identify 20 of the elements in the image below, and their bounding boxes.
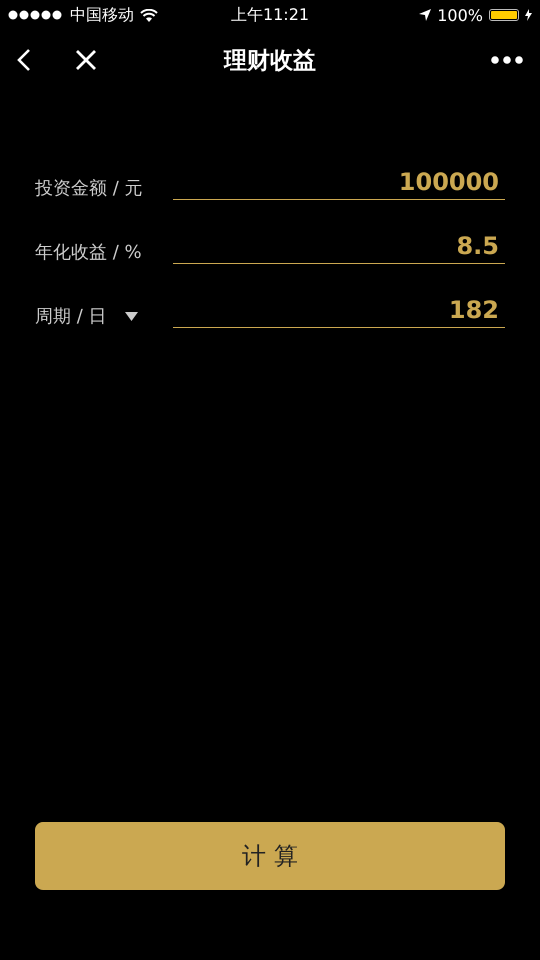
- more-icon[interactable]: [491, 56, 523, 64]
- status-time: 上午11:21: [230, 4, 310, 26]
- dropdown-caret-icon[interactable]: [124, 312, 138, 320]
- wifi-icon: [140, 8, 158, 22]
- close-icon[interactable]: [75, 49, 97, 71]
- signal-icon: [8, 10, 64, 20]
- page-title: 理财收益: [224, 46, 316, 76]
- carrier-name: 中国移动: [70, 4, 134, 26]
- field-label: 周期 / 日: [35, 305, 107, 328]
- input-field[interactable]: 8.5: [173, 232, 505, 264]
- battery-percent: 100%: [437, 6, 483, 24]
- battery-icon: [489, 9, 519, 21]
- field-label: 投资金额 / 元: [35, 177, 143, 200]
- charging-icon: [525, 9, 532, 21]
- input-field[interactable]: 182: [173, 296, 505, 328]
- location-arrow-icon: [419, 9, 432, 21]
- input-field[interactable]: 100000: [173, 168, 505, 200]
- field-label: 年化收益 / %: [35, 241, 142, 264]
- calculate-button[interactable]: 计 算: [35, 822, 505, 890]
- back-icon[interactable]: [17, 48, 31, 72]
